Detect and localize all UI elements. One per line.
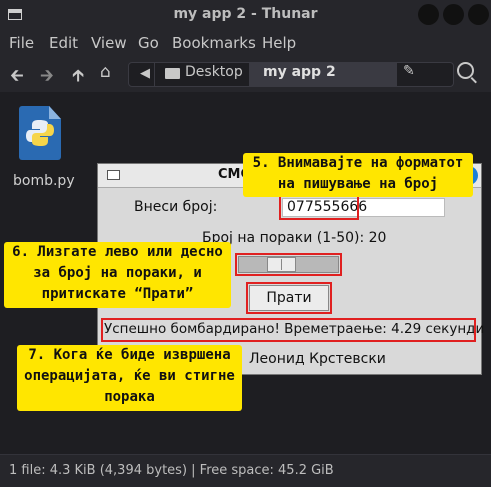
menu-bar: File Edit View Go Bookmarks Help: [0, 30, 491, 58]
annotation-7-line1: 7. Кога ќе биде извршена: [28, 347, 231, 363]
annotation-5-line2: на пишување на број: [277, 176, 439, 192]
send-button-highlight: [246, 282, 332, 314]
path-item-current[interactable]: my app 2: [263, 64, 336, 80]
annotation-6-line2: за број на пораки, и: [33, 265, 202, 281]
annotation-step-6: 6. Лизгате лево или десно за број на пор…: [4, 242, 231, 308]
annotation-5-line1: 5. Внимавајте на форматот: [252, 155, 464, 171]
home-icon[interactable]: ⌂: [100, 62, 111, 82]
back-arrow-icon[interactable]: 🡰: [10, 63, 24, 92]
dialog-window-icon: [107, 170, 120, 180]
menu-help[interactable]: Help: [262, 34, 296, 52]
path-item-desktop[interactable]: Desktop: [185, 64, 243, 80]
annotation-6-line1: 6. Лизгате лево или десно: [12, 244, 223, 260]
window-titlebar: my app 2 - Thunar: [0, 0, 491, 30]
phone-label: Внеси број:: [134, 199, 218, 215]
menu-bookmarks[interactable]: Bookmarks: [172, 34, 256, 52]
author-label: Леонид Крстевски: [249, 351, 386, 367]
result-highlight: [101, 318, 476, 342]
file-label[interactable]: bomb.py: [13, 173, 75, 189]
status-text: 1 file: 4.3 KiB (4,394 bytes) | Free spa…: [9, 463, 334, 478]
path-left-arrow-icon[interactable]: ◀: [140, 66, 150, 81]
python-logo-icon: [26, 120, 54, 146]
phone-input-highlight: [279, 195, 359, 220]
annotation-6-line3: притискате “Прати”: [41, 286, 194, 302]
forward-arrow-icon[interactable]: 🡲: [40, 63, 54, 92]
menu-edit[interactable]: Edit: [49, 34, 78, 52]
path-separator: [154, 62, 155, 87]
close-button[interactable]: [468, 4, 489, 25]
up-arrow-icon[interactable]: 🡱: [72, 63, 84, 92]
maximize-button[interactable]: [443, 4, 464, 25]
annotation-7-line2: операцијата, ќе ви стигне: [24, 368, 235, 384]
status-bar: 1 file: 4.3 KiB (4,394 bytes) | Free spa…: [0, 454, 491, 487]
menu-view[interactable]: View: [91, 34, 127, 52]
minimize-button[interactable]: [418, 4, 439, 25]
edit-location-icon[interactable]: ✎: [403, 63, 415, 79]
annotation-7-line3: порака: [104, 389, 155, 405]
annotation-step-7: 7. Кога ќе биде извршена операцијата, ќе…: [17, 345, 242, 411]
desktop-folder-icon: [165, 68, 180, 79]
slider-highlight: [235, 253, 342, 276]
search-icon[interactable]: [457, 62, 474, 79]
annotation-step-5: 5. Внимавајте на форматот на пишување на…: [243, 153, 473, 197]
menu-go[interactable]: Go: [138, 34, 159, 52]
menu-file[interactable]: File: [9, 34, 34, 52]
